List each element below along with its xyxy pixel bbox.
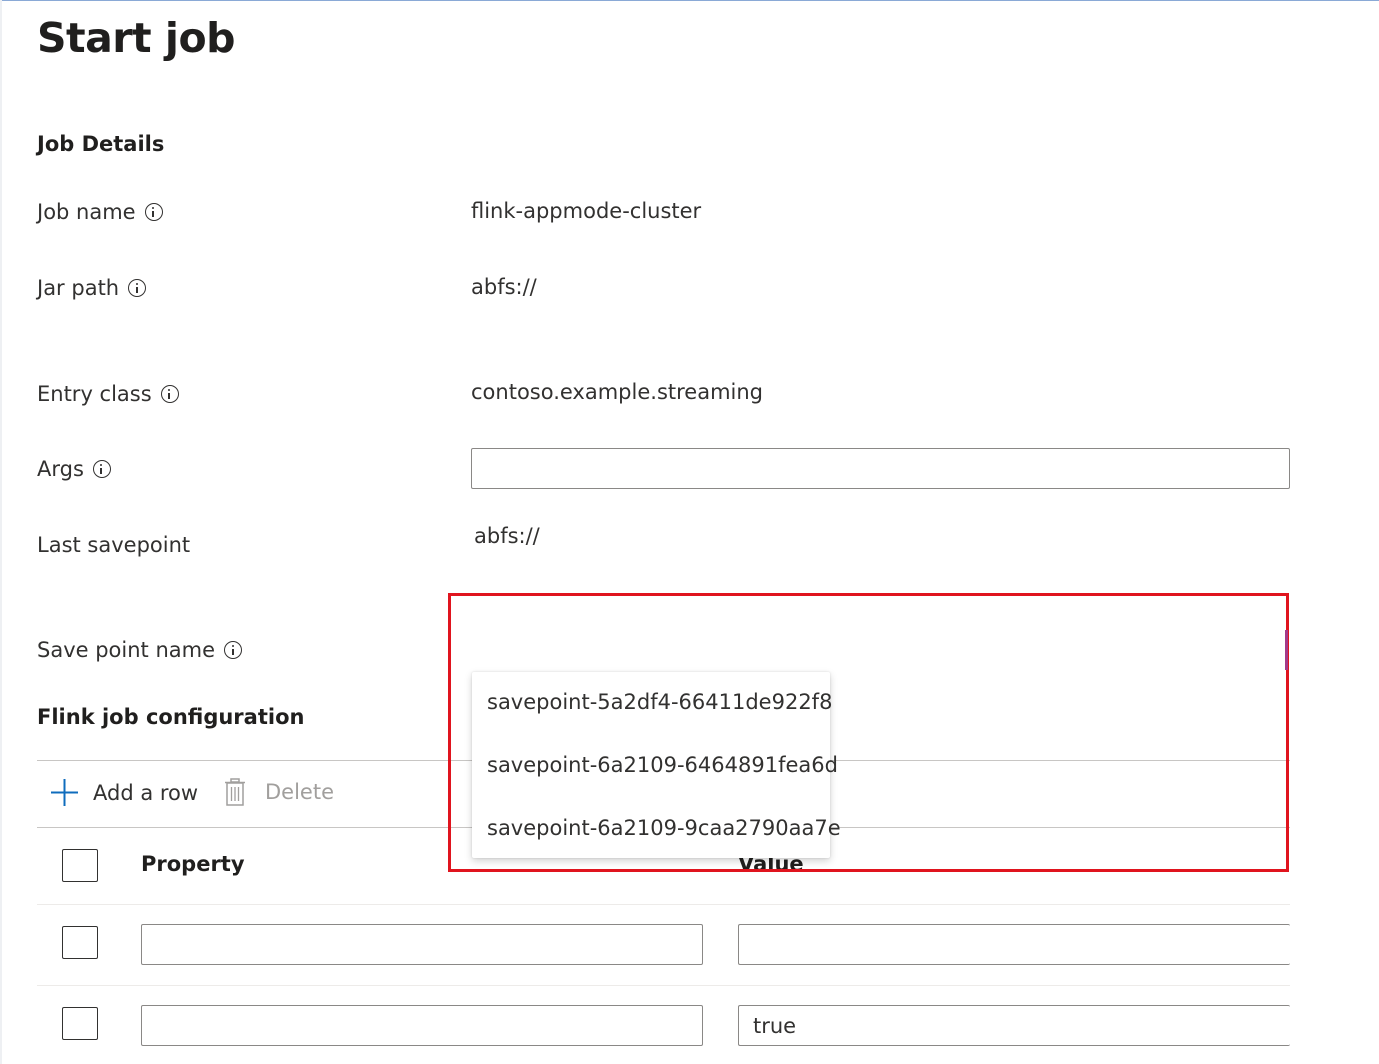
property-input[interactable] [141,924,703,965]
args-label-text: Args [37,457,84,481]
plus-icon [51,779,78,806]
value-input[interactable] [738,924,1290,965]
savepoint-option[interactable]: savepoint-6a2109-6464891fea6d [487,753,838,777]
info-icon[interactable] [92,460,111,478]
dropdown-focus-indicator [1285,630,1288,670]
property-input[interactable] [141,1005,703,1046]
jar-path-value: abfs:// [471,275,537,299]
header-divider [37,904,1290,905]
page-title: Start job [37,14,235,62]
row-checkbox[interactable] [62,1007,98,1040]
left-border [0,0,2,1064]
row-divider [37,985,1290,986]
last-savepoint-value: abfs:// [474,524,540,548]
savepoint-option[interactable]: savepoint-6a2109-9caa2790aa7e [487,816,841,840]
value-input-text: true [753,1014,797,1038]
property-column-header: Property [141,852,245,876]
info-icon[interactable] [224,641,243,659]
select-all-checkbox[interactable] [62,849,98,882]
add-row-button[interactable]: Add a row [50,778,198,807]
job-name-value: flink-appmode-cluster [471,199,702,223]
args-input[interactable] [471,448,1290,489]
entry-class-label: Entry class [37,382,179,406]
row-checkbox[interactable] [62,926,98,959]
args-label: Args [37,457,111,481]
save-point-name-label: Save point name [37,638,243,662]
job-name-label-text: Job name [37,200,136,224]
info-icon[interactable] [144,203,163,221]
jar-path-label: Jar path [37,276,147,300]
savepoint-dropdown-list: savepoint-5a2df4-66411de922f8 savepoint-… [472,672,841,858]
top-border [0,0,1379,1]
entry-class-value: contoso.example.streaming [471,380,764,404]
trash-icon [225,778,245,806]
info-icon[interactable] [160,385,179,403]
save-point-name-label-text: Save point name [37,638,216,662]
jar-path-label-text: Jar path [37,276,120,300]
savepoint-option[interactable]: savepoint-5a2df4-66411de922f8 [487,690,832,714]
add-row-label: Add a row [93,780,199,805]
flink-config-heading: Flink job configuration [37,705,305,729]
info-icon[interactable] [128,279,147,297]
entry-class-label-text: Entry class [37,382,152,406]
delete-label: Delete [265,780,334,804]
last-savepoint-label: Last savepoint [37,533,190,557]
last-savepoint-label-text: Last savepoint [37,533,191,557]
job-details-heading: Job Details [37,132,165,156]
job-name-label: Job name [37,200,163,224]
delete-button[interactable]: Delete [224,778,334,806]
value-input[interactable] [738,1005,1290,1046]
